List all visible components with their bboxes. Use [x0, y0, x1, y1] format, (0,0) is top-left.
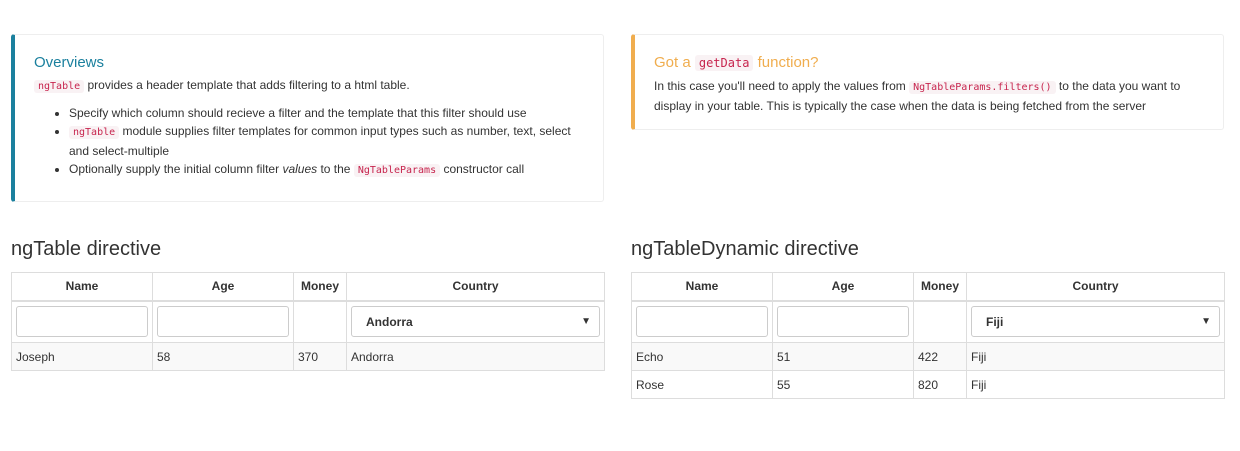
select-value: Andorra — [366, 314, 413, 329]
getdata-code: getData — [694, 55, 754, 71]
ngtableparams-code: NgTableParams — [353, 164, 441, 177]
list-item: ngTable module supplies filter templates… — [69, 122, 583, 160]
overviews-callout: Overviews ngTable provides a header temp… — [11, 34, 604, 202]
overviews-intro: ngTable provides a header template that … — [34, 76, 583, 96]
chevron-down-icon: ▼ — [581, 316, 591, 328]
cell-name: Echo — [631, 342, 773, 371]
table-row: Echo 51 422 Fiji — [631, 342, 1225, 371]
age-filter-input[interactable] — [157, 306, 289, 338]
cell-country: Andorra — [346, 342, 605, 371]
cell-age: 55 — [772, 370, 914, 399]
filter-cell — [631, 300, 773, 343]
ngtable-section: ngTable directive Name Age Money Country… — [11, 236, 605, 371]
header-row: Name Age Money Country — [631, 272, 1225, 302]
filter-cell — [772, 300, 914, 343]
ngtabledynamic-section: ngTableDynamic directive Name Age Money … — [631, 236, 1225, 399]
getdata-callout: Got a getData function? In this case you… — [631, 34, 1224, 130]
cell-name: Rose — [631, 370, 773, 399]
age-filter-input[interactable] — [777, 306, 909, 338]
header-age[interactable]: Age — [772, 272, 914, 302]
ngtabledynamic-heading: ngTableDynamic directive — [631, 238, 859, 260]
filter-cell — [152, 300, 294, 343]
ngtabledynamic-table: Name Age Money Country Fiji ▼ Echo 51 42… — [631, 272, 1225, 399]
bullet-text: Specify which column should recieve a fi… — [69, 106, 527, 120]
header-country[interactable]: Country — [966, 272, 1225, 302]
filter-cell — [293, 300, 347, 343]
list-item: Optionally supply the initial column fil… — [69, 160, 583, 180]
overviews-title: Overviews — [34, 54, 105, 71]
table-row: Rose 55 820 Fiji — [631, 370, 1225, 399]
chevron-down-icon: ▼ — [1201, 316, 1211, 328]
header-country[interactable]: Country — [346, 272, 605, 302]
getdata-column: Got a getData function? In this case you… — [631, 34, 1224, 130]
ngtable-code: ngTable — [69, 126, 120, 139]
body-text: In this case you'll need to apply the va… — [654, 79, 910, 93]
overviews-column: Overviews ngTable provides a header temp… — [11, 34, 604, 202]
name-filter-input[interactable] — [636, 306, 768, 338]
country-filter-select[interactable]: Andorra ▼ — [351, 306, 600, 338]
table-row: Joseph 58 370 Andorra — [11, 342, 605, 371]
filter-cell — [11, 300, 153, 343]
getdata-text: In this case you'll need to apply the va… — [654, 77, 1203, 115]
header-age[interactable]: Age — [152, 272, 294, 302]
filter-cell: Fiji ▼ — [966, 300, 1225, 343]
getdata-title: Got a getData function? — [654, 53, 1203, 73]
ngtable-code: ngTable — [34, 80, 85, 93]
header-name[interactable]: Name — [11, 272, 153, 302]
header-money[interactable]: Money — [293, 272, 347, 302]
select-value: Fiji — [986, 314, 1004, 329]
filter-row: Fiji ▼ — [631, 300, 1225, 343]
filters-code: NgTableParams.filters() — [909, 81, 1056, 94]
filter-cell — [913, 300, 967, 343]
bullet-text: to the — [317, 162, 354, 176]
header-name[interactable]: Name — [631, 272, 773, 302]
overviews-intro-text: provides a header template that adds fil… — [84, 78, 410, 92]
bullet-text: module supplies filter templates for com… — [69, 124, 571, 158]
filter-row: Andorra ▼ — [11, 300, 605, 343]
ngtable-table: Name Age Money Country Andorra ▼ Joseph — [11, 272, 605, 371]
country-filter-select[interactable]: Fiji ▼ — [971, 306, 1220, 338]
cell-money: 820 — [913, 370, 967, 399]
title-text: Got a — [654, 54, 695, 71]
overviews-list: Specify which column should recieve a fi… — [34, 104, 583, 180]
filter-cell: Andorra ▼ — [346, 300, 605, 343]
cell-name: Joseph — [11, 342, 153, 371]
cell-money: 370 — [293, 342, 347, 371]
header-money[interactable]: Money — [913, 272, 967, 302]
name-filter-input[interactable] — [16, 306, 148, 338]
cell-age: 51 — [772, 342, 914, 371]
cell-country: Fiji — [966, 370, 1225, 399]
cell-age: 58 — [152, 342, 294, 371]
title-text: function? — [753, 54, 819, 71]
list-item: Specify which column should recieve a fi… — [69, 104, 583, 122]
bullet-text: Optionally supply the initial column fil… — [69, 162, 283, 176]
cell-money: 422 — [913, 342, 967, 371]
ngtable-heading: ngTable directive — [11, 238, 162, 260]
header-row: Name Age Money Country — [11, 272, 605, 302]
cell-country: Fiji — [966, 342, 1225, 371]
bullet-text: constructor call — [440, 162, 525, 176]
bullet-emphasis: values — [282, 162, 318, 176]
